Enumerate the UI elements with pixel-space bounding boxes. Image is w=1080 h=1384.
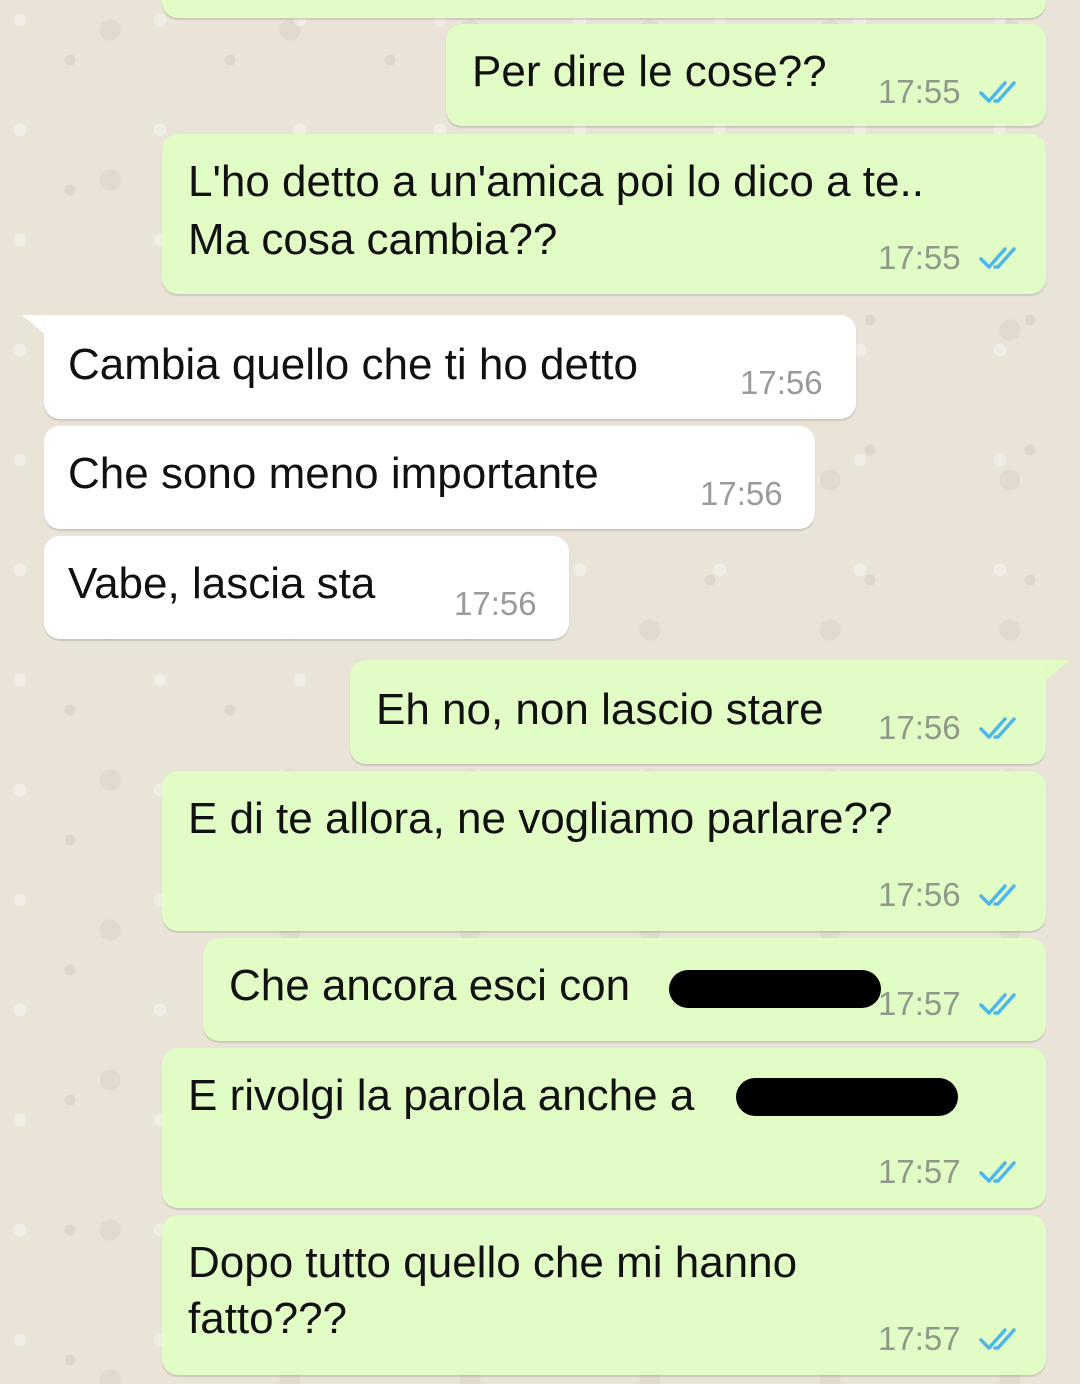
redaction-mark (736, 1078, 958, 1116)
double-check-icon (979, 247, 1016, 269)
double-check-icon (979, 993, 1016, 1015)
double-check-icon (979, 1328, 1016, 1350)
message-bubble-outgoing[interactable]: E rivolgi la parola anche a 17:57 (162, 1048, 1046, 1208)
chat-area: Per dire le cose?? 17:55 L'ho detto a un… (0, 0, 1080, 1384)
double-check-icon (979, 81, 1016, 103)
message-text: E di te allora, ne vogliamo parlare?? (188, 794, 893, 843)
message-bubble-outgoing[interactable]: L'ho detto a un'amica poi lo dico a te..… (162, 134, 1046, 294)
message-text-line2: Ma cosa cambia?? (188, 215, 558, 264)
message-time: 17:55 (878, 239, 961, 276)
message-text: Per dire le cose?? (472, 47, 827, 96)
message-text: Cambia quello che ti ho detto (68, 340, 638, 389)
message-time: 17:56 (878, 876, 961, 913)
message-bubble-outgoing[interactable]: Dopo tutto quello che mi hanno fatto??? … (162, 1215, 1046, 1375)
double-check-icon (979, 884, 1016, 906)
message-time: 17:57 (878, 985, 961, 1022)
message-text: Vabe, lascia sta (68, 559, 376, 608)
message-bubble-outgoing[interactable]: Eh no, non lascio stare 17:56 (350, 660, 1046, 764)
message-text: Che ancora esci con (229, 961, 631, 1010)
message-time: 17:57 (878, 1153, 961, 1190)
message-text: Eh no, non lascio stare (376, 685, 824, 734)
message-text: E rivolgi la parola anche a (188, 1071, 695, 1120)
message-bubble-incoming[interactable]: Vabe, lascia sta 17:56 (44, 536, 569, 639)
message-text: Che sono meno importante (68, 449, 599, 498)
message-time: 17:56 (740, 364, 823, 401)
message-time: 17:56 (878, 709, 961, 746)
message-time: 17:56 (454, 585, 537, 622)
message-bubble-partial[interactable] (162, 0, 1046, 18)
message-bubble-outgoing[interactable]: E di te allora, ne vogliamo parlare?? 17… (162, 771, 1046, 931)
bubble-tail (1044, 660, 1070, 682)
message-bubble-incoming[interactable]: Che sono meno importante 17:56 (44, 426, 815, 529)
message-text: Dopo tutto quello che mi hanno (188, 1238, 798, 1287)
message-bubble-incoming[interactable]: Cambia quello che ti ho detto 17:56 (44, 315, 856, 419)
redaction-mark (669, 970, 881, 1008)
message-bubble-outgoing[interactable]: Per dire le cose?? 17:55 (446, 24, 1046, 126)
message-bubble-outgoing[interactable]: Che ancora esci con 17:57 (203, 938, 1046, 1041)
message-text-line2: fatto??? (188, 1294, 348, 1343)
double-check-icon (979, 1161, 1016, 1183)
message-time: 17:55 (878, 73, 961, 110)
message-text: L'ho detto a un'amica poi lo dico a te.. (188, 157, 924, 206)
message-time: 17:56 (700, 475, 783, 512)
double-check-icon (979, 717, 1016, 739)
message-time: 17:57 (878, 1320, 961, 1357)
